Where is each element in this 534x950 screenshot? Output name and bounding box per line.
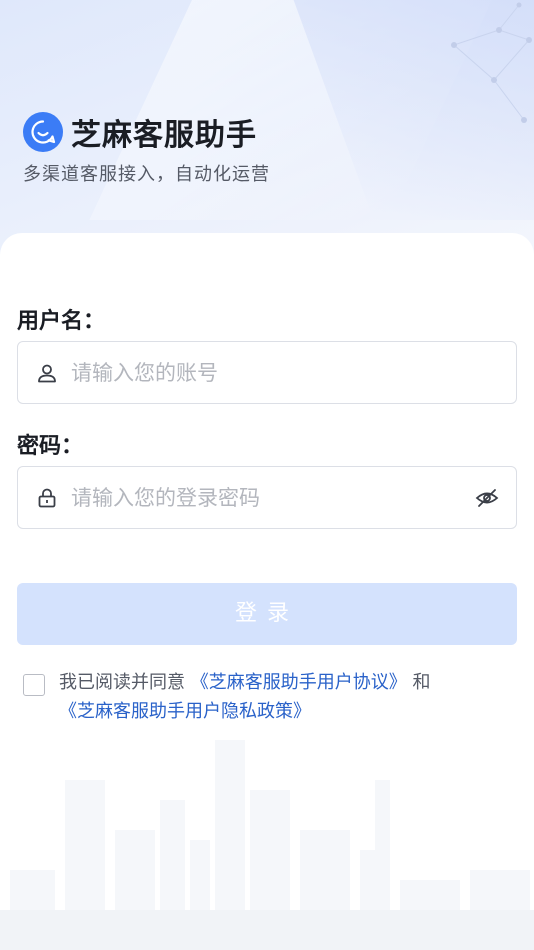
- agreement-conjunction: 和: [406, 672, 431, 693]
- city-skyline-decoration: [0, 740, 534, 950]
- login-screen: 芝麻客服助手 多渠道客服接入，自动化运营 用户名： 请输入您的账号 密码： 登录…: [0, 0, 534, 950]
- app-title: 芝麻客服助手: [71, 118, 257, 153]
- username-label: 用户名：: [17, 309, 106, 334]
- user-agreement-link[interactable]: 《芝麻客服助手用户协议》: [191, 672, 407, 693]
- agreement-prefix: 我已阅读并同意: [59, 672, 191, 693]
- lock-icon: [33, 484, 61, 512]
- password-input[interactable]: [71, 485, 451, 510]
- eye-hidden-icon[interactable]: [474, 485, 500, 511]
- agreement-checkbox[interactable]: [23, 674, 45, 696]
- password-label: 密码：: [17, 434, 84, 459]
- network-decoration-icon: [451, 2, 532, 123]
- smile-chat-icon: [23, 112, 63, 152]
- username-input[interactable]: [71, 360, 451, 385]
- username-field[interactable]: [17, 341, 517, 404]
- password-field[interactable]: [17, 466, 517, 529]
- privacy-policy-link[interactable]: 《芝麻客服助手用户隐私政策》: [59, 701, 311, 722]
- user-icon: [33, 359, 61, 387]
- login-button[interactable]: 登录: [17, 583, 517, 645]
- brand-row: 芝麻客服助手: [23, 110, 257, 154]
- agreement-text: 我已阅读并同意 《芝麻客服助手用户协议》 和 《芝麻客服助手用户隐私政策》: [59, 668, 499, 726]
- app-subtitle: 多渠道客服接入，自动化运营: [23, 164, 270, 185]
